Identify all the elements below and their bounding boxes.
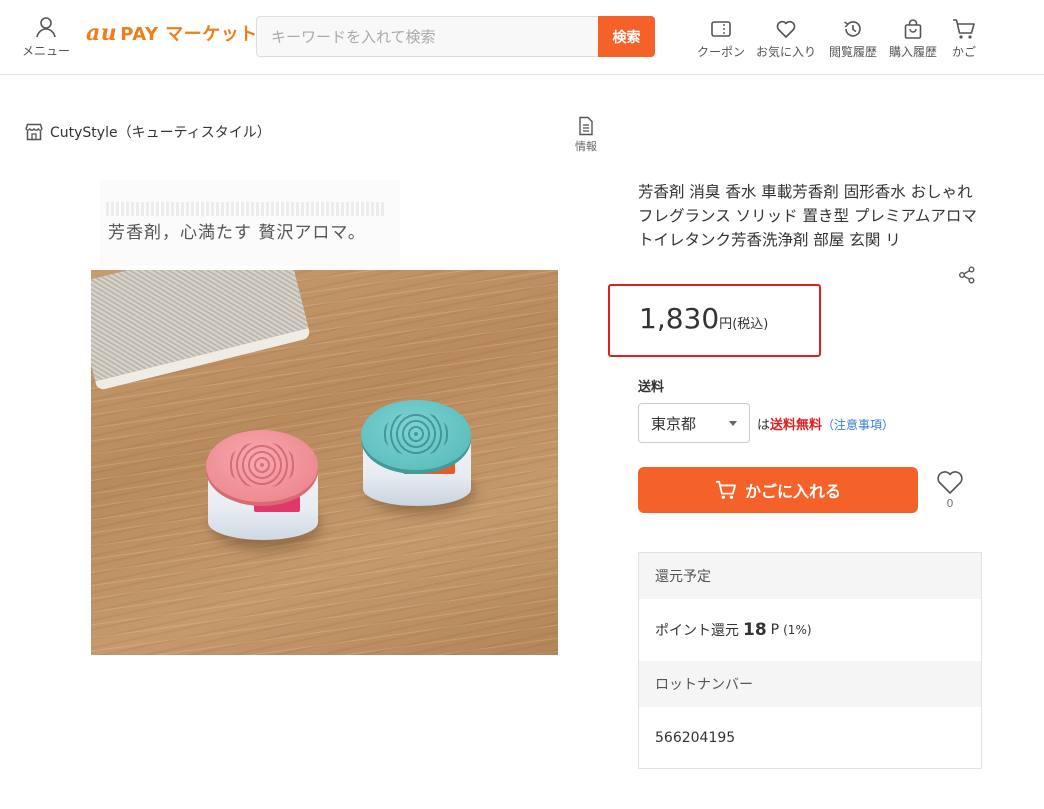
document-icon: [579, 116, 593, 136]
price-tax: (税込): [732, 317, 769, 332]
shop-name: CutyStyle（キューティスタイル）: [50, 125, 271, 141]
price-value: 1,830: [639, 302, 720, 335]
menu-button[interactable]: メニュー: [20, 16, 72, 59]
nav-purchases-label: 購入履歴: [889, 45, 938, 59]
points-header-label: 還元予定: [655, 569, 711, 585]
teal-can-lid: [361, 400, 471, 470]
product-details-table: 還元予定 ポイント還元 18 P (1%) ロットナンバー 566204195: [638, 552, 982, 769]
add-to-cart-label: かごに入れる: [744, 482, 841, 501]
share-button[interactable]: [958, 266, 976, 288]
user-icon: [36, 17, 56, 38]
product-photo[interactable]: [91, 270, 558, 655]
speaker-object: [91, 270, 312, 391]
prefecture-select[interactable]: 東京都: [638, 403, 750, 443]
pink-can-lid: [206, 430, 318, 502]
nav-coupon[interactable]: クーポン: [697, 18, 745, 60]
points-prefix: ポイント還元: [655, 623, 739, 639]
points-value: 18: [743, 620, 767, 640]
store-icon: [25, 123, 43, 141]
shipping-info: は送料無料（注意事項）: [757, 414, 894, 433]
search-button[interactable]: 検索: [598, 16, 655, 57]
shop-info-label: 情報: [575, 140, 597, 153]
nav-history[interactable]: 閲覧履歴: [829, 18, 877, 60]
nav-favorites-label: お気に入り: [756, 45, 817, 59]
nav-coupon-label: クーポン: [697, 45, 746, 59]
cart-icon: [953, 19, 975, 39]
heart-icon: [776, 20, 796, 38]
site-logo[interactable]: au PAY マーケット: [86, 20, 258, 46]
lot-header: ロットナンバー: [639, 661, 981, 707]
nav-cart[interactable]: かご: [952, 18, 976, 60]
product-title: 芳香剤 消臭 香水 車載芳香剤 固形香水 おしゃれ フレグランス ソリッド 置き…: [638, 183, 977, 249]
shipping-label: 送料: [638, 380, 665, 395]
free-shipping-text: 送料無料: [770, 418, 823, 433]
caret-down-icon: [729, 420, 737, 426]
shipping-prefix: は: [757, 418, 771, 433]
teal-lid-pattern: [383, 412, 449, 456]
product-image-banner: 芳香剤，心満たす 贅沢アロマ。: [100, 180, 400, 266]
banner-fine-print: [106, 202, 386, 216]
shop-link[interactable]: CutyStyle（キューティスタイル）: [24, 122, 271, 142]
nav-purchases[interactable]: 購入履歴: [889, 18, 937, 60]
prefecture-value: 東京都: [651, 414, 697, 433]
shipping-note-link[interactable]: （注意事項）: [822, 418, 894, 432]
nav-cart-label: かご: [952, 45, 977, 59]
favorite-count: 0: [946, 497, 954, 510]
pink-lid-pattern: [228, 442, 296, 488]
price-unit: 円: [719, 317, 733, 332]
nav-favorites[interactable]: お気に入り: [756, 18, 816, 60]
coupon-icon: [711, 21, 731, 37]
points-row: ポイント還元 18 P (1%): [639, 599, 981, 661]
nav-history-label: 閲覧履歴: [829, 45, 878, 59]
heart-icon: [937, 471, 963, 494]
lot-header-label: ロットナンバー: [655, 677, 753, 693]
points-rate: (1%): [783, 623, 812, 637]
price-highlight-box: 1,830円(税込): [608, 284, 821, 357]
shop-info-button[interactable]: 情報: [566, 116, 606, 154]
share-icon: [959, 266, 975, 284]
menu-label: メニュー: [21, 44, 70, 58]
search-input[interactable]: [256, 16, 598, 57]
bag-icon: [904, 19, 922, 39]
favorite-button[interactable]: 0: [934, 468, 966, 510]
add-to-cart-button[interactable]: かごに入れる: [638, 467, 918, 513]
price: 1,830円(税込): [639, 302, 768, 335]
site-header: メニュー auPAY マーケット 検索 クーポン お気に入り 閲覧履歴 購入履: [0, 0, 1044, 75]
points-header: 還元予定: [639, 553, 981, 599]
banner-tagline: 芳香剤，心満たす 贅沢アロマ。: [108, 223, 366, 243]
lot-row: 566204195: [639, 707, 981, 768]
cart-icon: [715, 480, 736, 499]
lot-value: 566204195: [655, 729, 736, 746]
history-icon: [844, 21, 861, 37]
points-unit: P: [770, 622, 780, 638]
